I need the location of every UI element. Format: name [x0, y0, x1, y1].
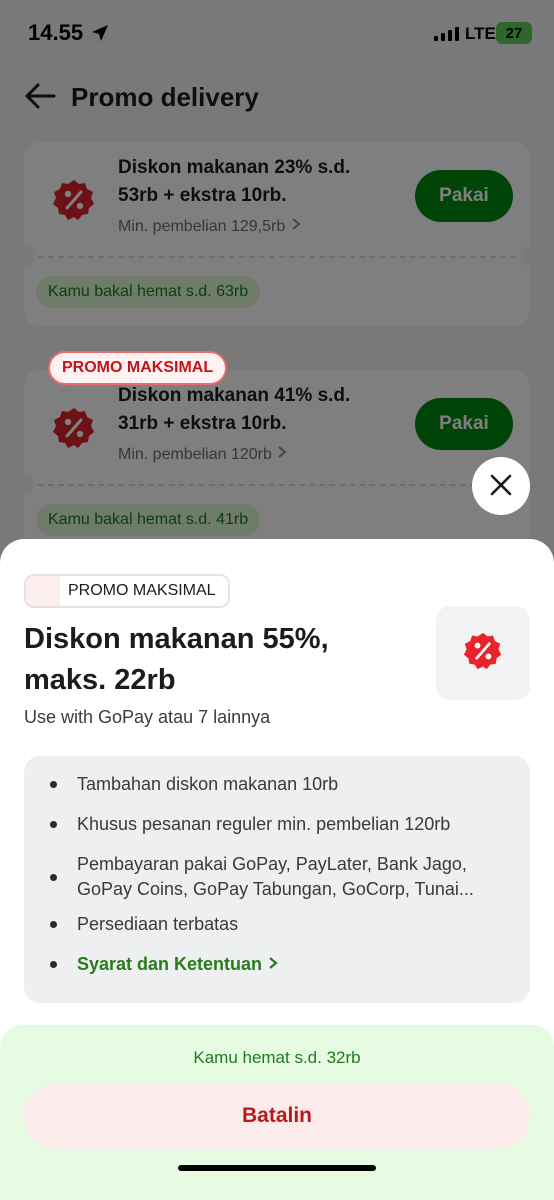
- promo-details: Tambahan diskon makanan 10rb Khusus pesa…: [24, 756, 530, 1003]
- detail-item: Khusus pesanan reguler min. pembelian 12…: [46, 812, 508, 837]
- chevron-right-icon: [267, 954, 279, 974]
- close-icon: [489, 473, 513, 500]
- promo-maksimal-badge: PROMO MAKSIMAL: [24, 574, 230, 608]
- terms-link-label[interactable]: Syarat dan Ketentuan: [77, 954, 262, 974]
- sheet-footer: Kamu hemat s.d. 32rb Batalin: [0, 1025, 554, 1200]
- badge-label: PROMO MAKSIMAL: [68, 582, 216, 599]
- detail-item: Persediaan terbatas: [46, 912, 508, 937]
- cancel-button[interactable]: Batalin: [24, 1083, 530, 1149]
- promo-maksimal-badge: PROMO MAKSIMAL: [48, 351, 228, 385]
- terms-link[interactable]: Syarat dan Ketentuan: [46, 952, 508, 977]
- home-indicator[interactable]: [178, 1165, 376, 1171]
- promo-logo: [436, 606, 530, 700]
- discount-badge-icon: [463, 631, 503, 676]
- payment-methods-text: Use with GoPay atau 7 lainnya: [24, 707, 271, 727]
- promo-detail-sheet: PROMO MAKSIMAL Diskon makanan 55%, maks.…: [0, 539, 554, 1200]
- close-button[interactable]: [472, 457, 530, 515]
- detail-item: Pembayaran pakai GoPay, PayLater, Bank J…: [46, 852, 508, 902]
- detail-item: Tambahan diskon makanan 10rb: [46, 772, 508, 797]
- savings-text: Kamu hemat s.d. 32rb: [193, 1048, 361, 1067]
- promo-title: Diskon makanan 55%, maks. 22rb: [24, 623, 329, 696]
